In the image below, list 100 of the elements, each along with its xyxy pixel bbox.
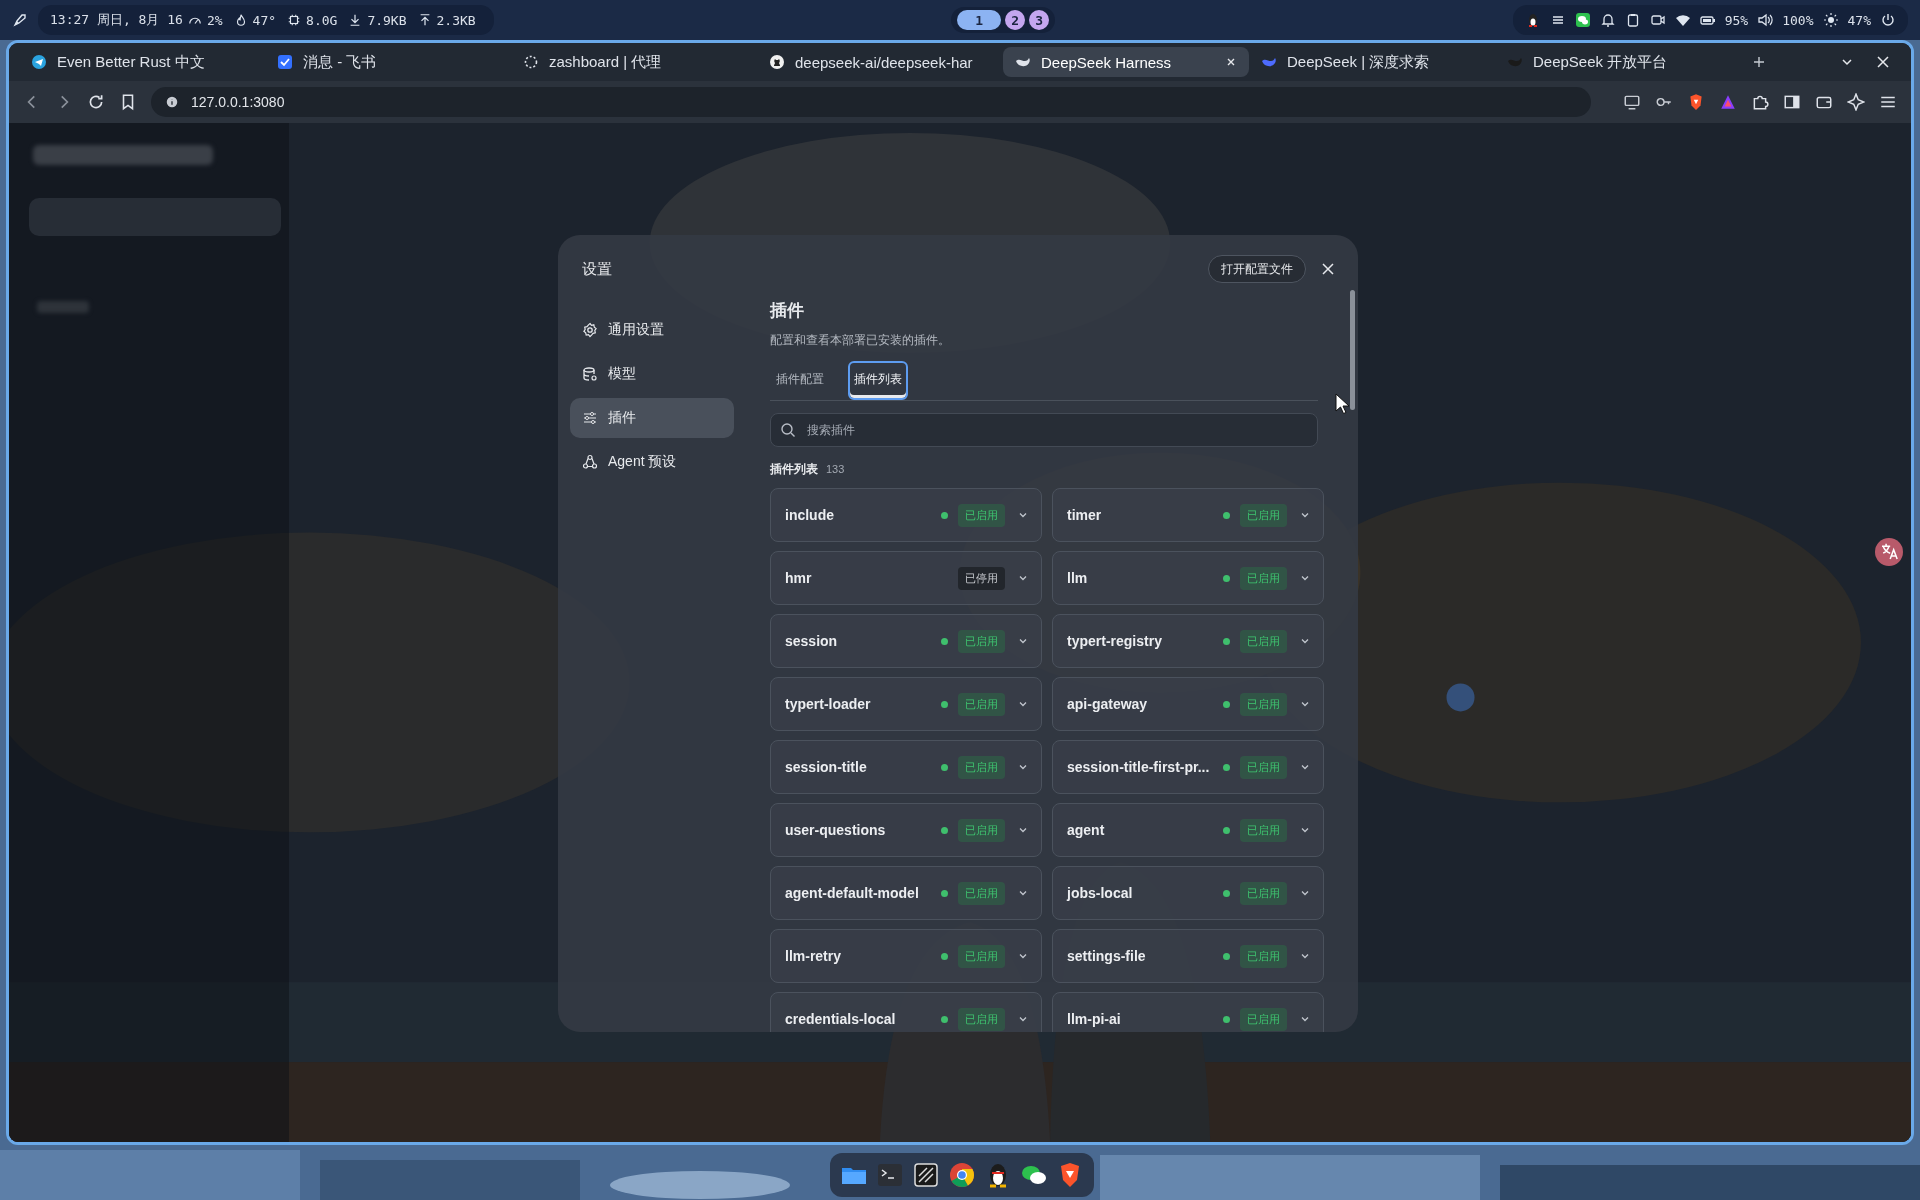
status-dot	[941, 952, 948, 960]
status-badge: 已启用	[958, 944, 1005, 968]
reload-icon[interactable]	[87, 93, 105, 111]
status-badge: 已启用	[958, 881, 1005, 905]
temperature: 47°	[252, 12, 277, 28]
close-tab-icon[interactable]	[1225, 56, 1237, 68]
plugin-card[interactable]: hmr 已停用	[770, 551, 1042, 605]
browser-tab[interactable]: DeepSeek | 深度求索	[1249, 47, 1495, 77]
info-icon[interactable]	[165, 95, 179, 109]
browser-tab[interactable]: Even Better Rust 中文	[19, 47, 265, 77]
settings-nav-item[interactable]: 通用设置	[570, 310, 734, 350]
chat-app-icon[interactable]	[1574, 12, 1591, 28]
status-dot	[1223, 574, 1230, 582]
plugin-card[interactable]: agent 已启用	[1052, 803, 1324, 857]
status-badge: 已启用	[958, 629, 1005, 653]
plugin-card[interactable]: session-title 已启用	[770, 740, 1042, 794]
status-dot	[941, 1015, 948, 1023]
dialog-title: 设置	[582, 259, 612, 279]
settings-nav-item[interactable]: 插件	[570, 398, 734, 438]
volume-level: 100%	[1782, 12, 1814, 28]
browser-tab[interactable]: DeepSeek Harness	[1003, 47, 1249, 77]
close-icon[interactable]	[1320, 261, 1336, 277]
tab[interactable]: 插件列表	[848, 361, 908, 400]
cpu-usage: 2%	[206, 12, 223, 28]
plugin-card[interactable]: session-title-first-pr... 已启用	[1052, 740, 1324, 794]
plugin-name: user-questions	[785, 822, 887, 838]
workspace-button[interactable]: 3	[1029, 10, 1050, 30]
plugin-name: typert-registry	[1067, 633, 1163, 649]
plugin-card[interactable]: timer 已启用	[1052, 488, 1324, 542]
power-icon[interactable]	[1880, 12, 1896, 28]
workspace-button[interactable]: 2	[1005, 10, 1026, 30]
plugin-name: session-title-first-pr...	[1067, 759, 1211, 775]
plugin-card[interactable]: llm 已启用	[1052, 551, 1324, 605]
sun-icon[interactable]	[1822, 12, 1839, 28]
plugin-name: typert-loader	[785, 696, 872, 712]
workspace-button[interactable]: 1	[957, 10, 1002, 30]
tab[interactable]: 插件配置	[770, 361, 830, 400]
download-speed: 7.9KB	[367, 12, 407, 28]
plugin-card[interactable]: typert-loader 已启用	[770, 677, 1042, 731]
plugin-name: hmr	[785, 570, 813, 586]
address-field[interactable]: 127.0.0.1:3080	[151, 87, 1591, 117]
settings-nav-item[interactable]: 模型	[570, 354, 734, 394]
lion-shield-icon[interactable]	[1687, 93, 1705, 111]
browser-tab[interactable]: zashboard | 代理	[511, 47, 757, 77]
plugin-card[interactable]: llm-retry 已启用	[770, 929, 1042, 983]
status-dot	[941, 511, 948, 519]
status-dot	[1223, 1015, 1230, 1023]
settings-nav-item[interactable]: Agent 预设	[570, 442, 734, 482]
search-field[interactable]: 搜索插件	[770, 413, 1318, 447]
status-dot	[941, 637, 948, 645]
sliders-icon	[582, 410, 598, 426]
chrome-icon[interactable]	[948, 1161, 976, 1189]
plugin-card[interactable]: api-gateway 已启用	[1052, 677, 1324, 731]
plugin-card[interactable]: agent-default-model 已启用	[770, 866, 1042, 920]
puzzle-icon[interactable]	[1751, 93, 1769, 111]
browser-tab[interactable]: DeepSeek 开放平台	[1495, 47, 1741, 77]
bell-icon[interactable]	[1599, 12, 1616, 28]
cursor-icon	[1335, 393, 1351, 415]
status-badge: 已启用	[1240, 881, 1287, 905]
gear-icon	[582, 322, 598, 338]
striped-square-icon[interactable]	[912, 1161, 940, 1189]
plugin-card[interactable]: session 已启用	[770, 614, 1042, 668]
speaker-icon[interactable]	[1757, 12, 1774, 28]
close-icon[interactable]	[1875, 54, 1891, 70]
plugin-name: session	[785, 633, 839, 649]
triangle-icon[interactable]	[1719, 93, 1737, 111]
new-tab-icon[interactable]	[1751, 54, 1767, 70]
status-dot	[1223, 700, 1230, 708]
plugin-card[interactable]: jobs-local 已启用	[1052, 866, 1324, 920]
plugin-card[interactable]: typert-registry 已启用	[1052, 614, 1324, 668]
sparkle-icon[interactable]	[1847, 93, 1865, 111]
list-title: 插件列表	[770, 461, 818, 478]
scrollbar[interactable]	[1350, 290, 1355, 410]
terminal-icon[interactable]	[876, 1161, 904, 1189]
video-camera-icon[interactable]	[1649, 12, 1666, 28]
recycle-icon	[582, 454, 598, 470]
browser-tab[interactable]: 消息 - 飞书	[265, 47, 511, 77]
plugin-card[interactable]: user-questions 已启用	[770, 803, 1042, 857]
plugin-card[interactable]: credentials-local 已启用	[770, 992, 1042, 1032]
status-dot	[1223, 511, 1230, 519]
cast-icon[interactable]	[1623, 93, 1641, 111]
paper-plane-icon	[31, 54, 47, 70]
status-badge: 已启用	[1240, 818, 1287, 842]
wifi-icon[interactable]	[1674, 12, 1691, 28]
plugin-name: agent-default-model	[785, 885, 920, 901]
status-badge: 已启用	[958, 818, 1005, 842]
app-icon	[277, 54, 293, 70]
sidebar-icon[interactable]	[1783, 93, 1801, 111]
plugin-card[interactable]: llm-pi-ai 已启用	[1052, 992, 1324, 1032]
plugin-card[interactable]: settings-file 已启用	[1052, 929, 1324, 983]
status-badge: 已启用	[1240, 692, 1287, 716]
translate-icon[interactable]	[1875, 538, 1903, 566]
cat-logo-icon	[769, 54, 785, 70]
open-config-button[interactable]: 打开配置文件	[1208, 255, 1306, 283]
status-dot	[1223, 952, 1230, 960]
status-dot	[1223, 763, 1230, 771]
plugin-card[interactable]: include 已启用	[770, 488, 1042, 542]
browser-tab[interactable]: deepseek-ai/deepseek-har	[757, 47, 1003, 77]
status-dot	[941, 826, 948, 834]
battery-level: 95%	[1724, 12, 1749, 28]
